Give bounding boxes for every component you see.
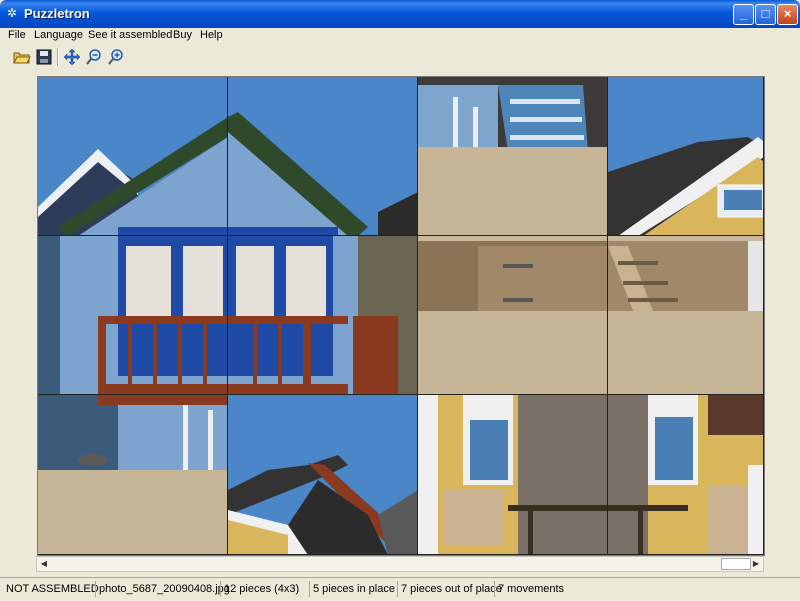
window-title: Puzzletron bbox=[24, 6, 90, 21]
minimize-button[interactable]: _ bbox=[733, 4, 754, 25]
menu-file[interactable]: File bbox=[8, 29, 26, 41]
puzzle-piece[interactable] bbox=[228, 236, 418, 395]
scroll-left-icon[interactable]: ◀ bbox=[37, 557, 51, 571]
menu-see-it-assembled[interactable]: See it assembled bbox=[88, 29, 172, 41]
puzzle-piece[interactable] bbox=[38, 77, 228, 236]
scroll-thumb[interactable] bbox=[721, 558, 751, 570]
close-button[interactable]: × bbox=[777, 4, 798, 25]
puzzle-piece[interactable] bbox=[418, 236, 608, 395]
puzzle-piece[interactable] bbox=[38, 236, 228, 395]
toolbar-separator bbox=[57, 48, 59, 66]
status-movements: 7 movements bbox=[494, 581, 564, 597]
status-out-of-place: 7 pieces out of place bbox=[397, 581, 502, 597]
open-folder-icon[interactable] bbox=[12, 47, 32, 67]
menu-buy[interactable]: Buy bbox=[173, 29, 192, 41]
puzzle-piece[interactable] bbox=[228, 77, 418, 236]
puzzle-piece[interactable] bbox=[418, 77, 608, 236]
save-icon[interactable] bbox=[34, 47, 54, 67]
puzzle-piece[interactable] bbox=[608, 236, 764, 395]
puzzle-piece[interactable] bbox=[608, 395, 764, 555]
puzzle-piece[interactable] bbox=[608, 77, 764, 236]
puzzle-piece[interactable] bbox=[228, 395, 418, 555]
status-state: NOT ASSEMBLED bbox=[6, 583, 99, 595]
puzzle-piece[interactable] bbox=[418, 395, 608, 555]
puzzle-app-icon: ✲ bbox=[6, 6, 18, 20]
menu-help[interactable]: Help bbox=[200, 29, 223, 41]
status-in-place: 5 pieces in place bbox=[309, 581, 395, 597]
status-bar: NOT ASSEMBLED photo_5687_20090408.jpg 12… bbox=[0, 577, 800, 601]
move-icon[interactable] bbox=[62, 47, 82, 67]
scroll-right-icon[interactable]: ▶ bbox=[749, 557, 763, 571]
zoom-out-icon[interactable] bbox=[84, 47, 104, 67]
status-pieces: 12 pieces (4x3) bbox=[220, 581, 299, 597]
menu-language[interactable]: Language bbox=[34, 29, 83, 41]
zoom-in-icon[interactable] bbox=[106, 47, 126, 67]
puzzle-piece[interactable] bbox=[38, 395, 228, 555]
maximize-button[interactable]: □ bbox=[755, 4, 776, 25]
status-file: photo_5687_20090408.jpg bbox=[95, 581, 230, 597]
menu-bar: File Language See it assembled Buy Help bbox=[0, 28, 800, 44]
puzzle-board bbox=[37, 76, 765, 556]
toolbar bbox=[0, 44, 800, 71]
title-bar: ✲ Puzzletron _ □ × bbox=[0, 0, 800, 28]
horizontal-scrollbar[interactable]: ◀ ▶ bbox=[36, 556, 764, 572]
